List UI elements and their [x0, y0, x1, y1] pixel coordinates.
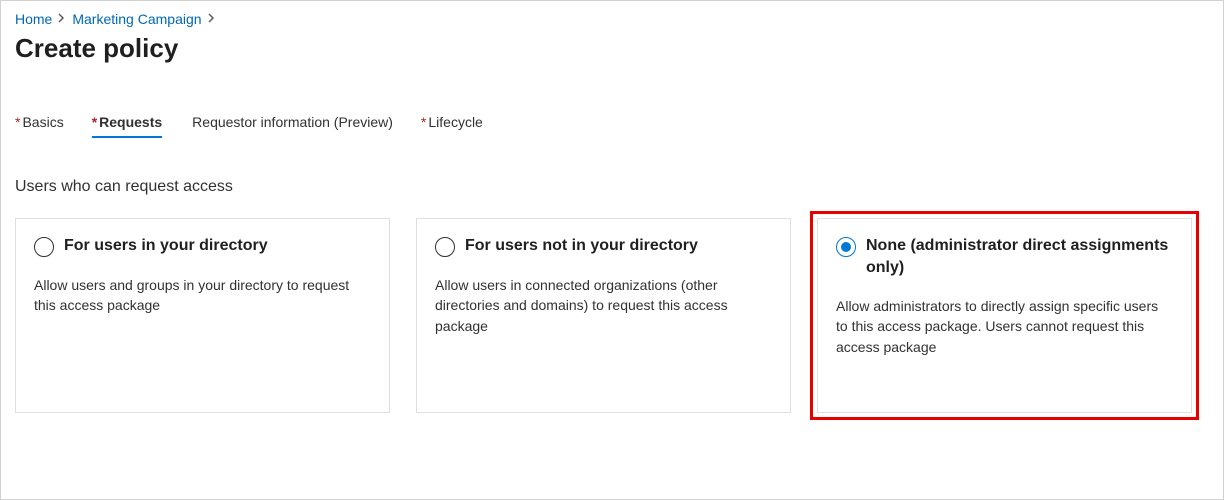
tab-basics[interactable]: *Basics: [15, 114, 64, 136]
option-description: Allow users in connected organizations (…: [435, 275, 772, 336]
option-description: Allow administrators to directly assign …: [836, 296, 1173, 357]
chevron-right-icon: [58, 12, 66, 26]
option-title: None (administrator direct assignments o…: [866, 235, 1173, 278]
tab-requests[interactable]: *Requests: [92, 114, 162, 136]
breadcrumb-link-marketing-campaign[interactable]: Marketing Campaign: [72, 11, 201, 27]
option-card-none-admin-only[interactable]: None (administrator direct assignments o…: [817, 218, 1192, 413]
tab-lifecycle[interactable]: *Lifecycle: [421, 114, 483, 136]
section-label: Users who can request access: [15, 178, 1209, 196]
option-title: For users in your directory: [64, 235, 268, 257]
option-card-users-in-directory[interactable]: For users in your directory Allow users …: [15, 218, 390, 413]
radio-icon[interactable]: [34, 237, 54, 257]
breadcrumb: Home Marketing Campaign: [15, 11, 1209, 27]
tabs: *Basics *Requests Requestor information …: [15, 114, 1209, 136]
radio-icon[interactable]: [435, 237, 455, 257]
options-row: For users in your directory Allow users …: [15, 218, 1209, 413]
tab-label: Requests: [99, 114, 162, 130]
tab-label: Basics: [22, 114, 63, 130]
tab-requestor-information[interactable]: Requestor information (Preview): [190, 114, 393, 136]
tab-label: Lifecycle: [428, 114, 482, 130]
breadcrumb-link-home[interactable]: Home: [15, 11, 52, 27]
tab-label: Requestor information (Preview): [192, 114, 393, 130]
radio-icon[interactable]: [836, 237, 856, 257]
option-description: Allow users and groups in your directory…: [34, 275, 371, 316]
option-title: For users not in your directory: [465, 235, 698, 257]
chevron-right-icon: [208, 12, 216, 26]
option-card-users-not-in-directory[interactable]: For users not in your directory Allow us…: [416, 218, 791, 413]
page-title: Create policy: [15, 33, 1209, 64]
